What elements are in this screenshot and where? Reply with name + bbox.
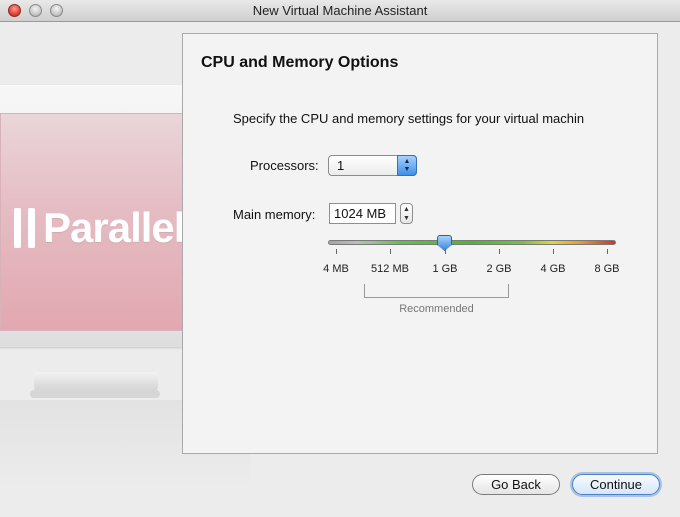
- slider-tick: [499, 249, 500, 254]
- window-title: New Virtual Machine Assistant: [252, 3, 428, 18]
- tick-label: 4 MB: [323, 263, 349, 275]
- processors-popup[interactable]: 1 ▲ ▼: [328, 155, 417, 176]
- tick-label: 512 MB: [371, 263, 409, 275]
- slider-tick: [553, 249, 554, 254]
- tick-label: 8 GB: [594, 263, 620, 275]
- go-back-button[interactable]: Go Back: [472, 474, 560, 495]
- tick-label: 2 GB: [486, 263, 512, 275]
- continue-button[interactable]: Continue: [572, 474, 660, 495]
- slider-tick: [445, 249, 446, 254]
- slider-tick: [607, 249, 608, 254]
- parallels-bars-icon: [14, 208, 35, 248]
- tick-label: 1 GB: [432, 263, 458, 275]
- recommended-bracket: [364, 284, 509, 298]
- memory-field[interactable]: 1024 MB: [329, 203, 396, 224]
- memory-label: Main memory:: [233, 207, 316, 222]
- description-text: Specify the CPU and memory settings for …: [233, 111, 585, 126]
- processors-label: Processors:: [250, 158, 319, 173]
- slider-tick: [336, 249, 337, 254]
- memory-slider-track[interactable]: [328, 240, 616, 245]
- up-down-arrows-icon: ▲ ▼: [397, 155, 417, 176]
- slider-tick: [390, 249, 391, 254]
- assistant-window: New Virtual Machine Assistant Parallels …: [0, 0, 680, 517]
- tick-label: 4 GB: [540, 263, 566, 275]
- monitor-base: [30, 390, 160, 398]
- processors-value: 1: [337, 158, 345, 173]
- page-title: CPU and Memory Options: [201, 54, 399, 71]
- stepper-arrows-icon[interactable]: ▲ ▼: [400, 203, 413, 224]
- recommended-label: Recommended: [399, 303, 474, 315]
- options-panel: CPU and Memory Options Specify the CPU a…: [182, 33, 658, 454]
- title-bar[interactable]: New Virtual Machine Assistant: [0, 0, 680, 22]
